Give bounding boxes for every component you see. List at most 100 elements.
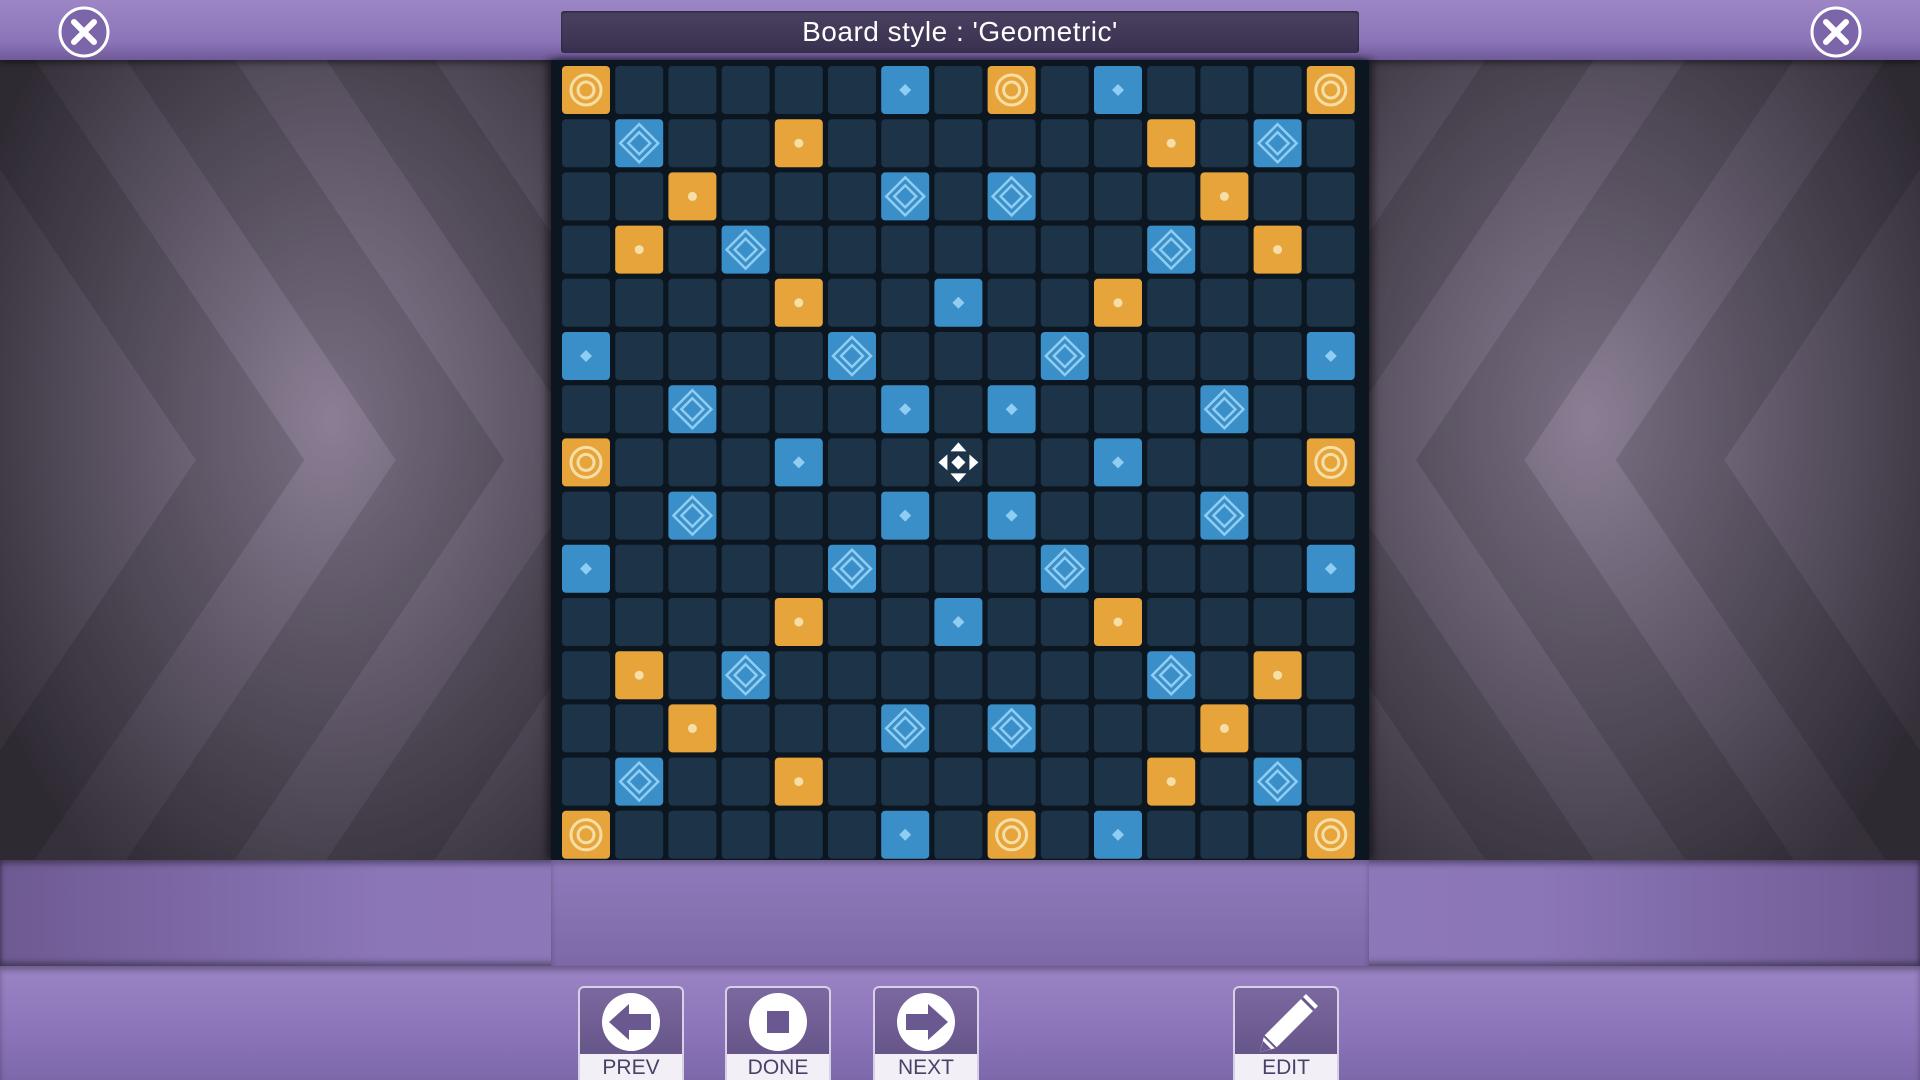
board-cell-empty[interactable]	[1040, 810, 1089, 859]
board-cell-blue-diamond[interactable]	[615, 757, 664, 806]
board-cell-empty[interactable]	[1147, 704, 1196, 753]
game-board[interactable]	[551, 60, 1369, 860]
board-cell-empty[interactable]	[1200, 66, 1249, 114]
board-cell-empty[interactable]	[1094, 119, 1142, 168]
board-cell-empty[interactable]	[1306, 225, 1355, 274]
board-cell-empty[interactable]	[721, 810, 770, 859]
board-cell-gold-dot[interactable]	[668, 704, 717, 753]
board-cell-empty[interactable]	[1306, 491, 1355, 540]
board-cell-blue-dot[interactable]	[1094, 438, 1142, 487]
board-cell-empty[interactable]	[1094, 757, 1142, 806]
board-cell-empty[interactable]	[562, 598, 610, 646]
board-cell-gold-dot[interactable]	[774, 598, 823, 646]
board-cell-gold-ring[interactable]	[1306, 438, 1355, 487]
board-cell-blue-diamond[interactable]	[668, 385, 717, 434]
board-cell-blue-diamond[interactable]	[721, 225, 770, 274]
board-cell-empty[interactable]	[774, 704, 823, 753]
board-cell-empty[interactable]	[934, 172, 983, 221]
board-cell-gold-dot[interactable]	[615, 225, 664, 274]
board-cell-empty[interactable]	[1040, 66, 1089, 114]
board-cell-empty[interactable]	[1253, 438, 1302, 487]
board-cell-empty[interactable]	[1094, 544, 1142, 593]
board-cell-empty[interactable]	[1200, 544, 1249, 593]
board-cell-blue-diamond[interactable]	[1253, 757, 1302, 806]
board-cell-empty[interactable]	[881, 225, 930, 274]
board-cell-empty[interactable]	[668, 332, 717, 380]
board-cell-gold-dot[interactable]	[774, 757, 823, 806]
board-cell-empty[interactable]	[1200, 757, 1249, 806]
board-cell-blue-dot[interactable]	[1306, 544, 1355, 593]
board-cell-blue-diamond[interactable]	[1147, 225, 1196, 274]
board-grid[interactable]	[551, 60, 1369, 860]
board-cell-empty[interactable]	[934, 66, 983, 114]
board-cell-empty[interactable]	[774, 225, 823, 274]
board-cell-empty[interactable]	[1306, 278, 1355, 327]
board-cell-empty[interactable]	[1200, 278, 1249, 327]
board-cell-empty[interactable]	[1147, 491, 1196, 540]
board-cell-empty[interactable]	[562, 491, 610, 540]
board-cell-empty[interactable]	[828, 598, 876, 646]
board-cell-blue-dot[interactable]	[562, 544, 610, 593]
board-cell-empty[interactable]	[668, 598, 717, 646]
board-cell-blue-dot[interactable]	[881, 810, 930, 859]
board-cell-empty[interactable]	[1040, 278, 1089, 327]
board-cell-blue-dot[interactable]	[562, 332, 610, 380]
board-cell-empty[interactable]	[1306, 651, 1355, 700]
board-cell-empty[interactable]	[1253, 598, 1302, 646]
board-cell-empty[interactable]	[1094, 172, 1142, 221]
board-cell-empty[interactable]	[774, 810, 823, 859]
board-cell-empty[interactable]	[987, 757, 1036, 806]
board-cell-blue-dot[interactable]	[987, 491, 1036, 540]
board-cell-empty[interactable]	[934, 704, 983, 753]
board-cell-gold-dot[interactable]	[615, 651, 664, 700]
board-cell-gold-dot[interactable]	[1200, 172, 1249, 221]
board-cell-gold-dot[interactable]	[1147, 119, 1196, 168]
board-cell-gold-dot[interactable]	[1147, 757, 1196, 806]
board-cell-empty[interactable]	[615, 66, 664, 114]
board-cell-blue-dot[interactable]	[1094, 810, 1142, 859]
board-cell-empty[interactable]	[1040, 651, 1089, 700]
board-cell-empty[interactable]	[881, 598, 930, 646]
board-cell-empty[interactable]	[881, 544, 930, 593]
board-cell-empty[interactable]	[721, 438, 770, 487]
board-cell-empty[interactable]	[668, 544, 717, 593]
board-cell-empty[interactable]	[1040, 119, 1089, 168]
board-cell-empty[interactable]	[615, 598, 664, 646]
board-cell-empty[interactable]	[828, 757, 876, 806]
board-cell-gold-dot[interactable]	[774, 278, 823, 327]
board-cell-empty[interactable]	[828, 66, 876, 114]
board-cell-empty[interactable]	[828, 225, 876, 274]
board-cell-empty[interactable]	[1306, 757, 1355, 806]
board-cell-blue-dot[interactable]	[934, 278, 983, 327]
board-cell-empty[interactable]	[987, 119, 1036, 168]
board-cell-empty[interactable]	[1147, 278, 1196, 327]
board-cell-empty[interactable]	[615, 385, 664, 434]
board-cell-empty[interactable]	[668, 651, 717, 700]
board-cell-empty[interactable]	[615, 278, 664, 327]
board-cell-empty[interactable]	[615, 704, 664, 753]
board-cell-empty[interactable]	[615, 544, 664, 593]
board-cell-empty[interactable]	[1200, 810, 1249, 859]
board-cell-empty[interactable]	[615, 810, 664, 859]
board-cell-empty[interactable]	[1040, 757, 1089, 806]
board-cell-empty[interactable]	[721, 66, 770, 114]
board-cell-empty[interactable]	[668, 438, 717, 487]
board-cell-empty[interactable]	[934, 332, 983, 380]
board-cell-empty[interactable]	[1094, 225, 1142, 274]
board-cell-empty[interactable]	[1094, 651, 1142, 700]
board-cell-empty[interactable]	[828, 438, 876, 487]
board-cell-empty[interactable]	[1306, 385, 1355, 434]
board-cell-empty[interactable]	[1040, 225, 1089, 274]
board-cell-empty[interactable]	[721, 704, 770, 753]
board-cell-empty[interactable]	[774, 172, 823, 221]
board-cell-blue-dot[interactable]	[881, 66, 930, 114]
board-cell-blue-diamond[interactable]	[1200, 491, 1249, 540]
board-cell-empty[interactable]	[1147, 438, 1196, 487]
board-cell-empty[interactable]	[1253, 332, 1302, 380]
board-cell-blue-diamond[interactable]	[615, 119, 664, 168]
board-cell-empty[interactable]	[1040, 385, 1089, 434]
board-cell-gold-dot[interactable]	[1094, 598, 1142, 646]
board-cell-blue-diamond[interactable]	[1200, 385, 1249, 434]
board-cell-gold-dot[interactable]	[1200, 704, 1249, 753]
board-cell-blue-diamond[interactable]	[987, 704, 1036, 753]
